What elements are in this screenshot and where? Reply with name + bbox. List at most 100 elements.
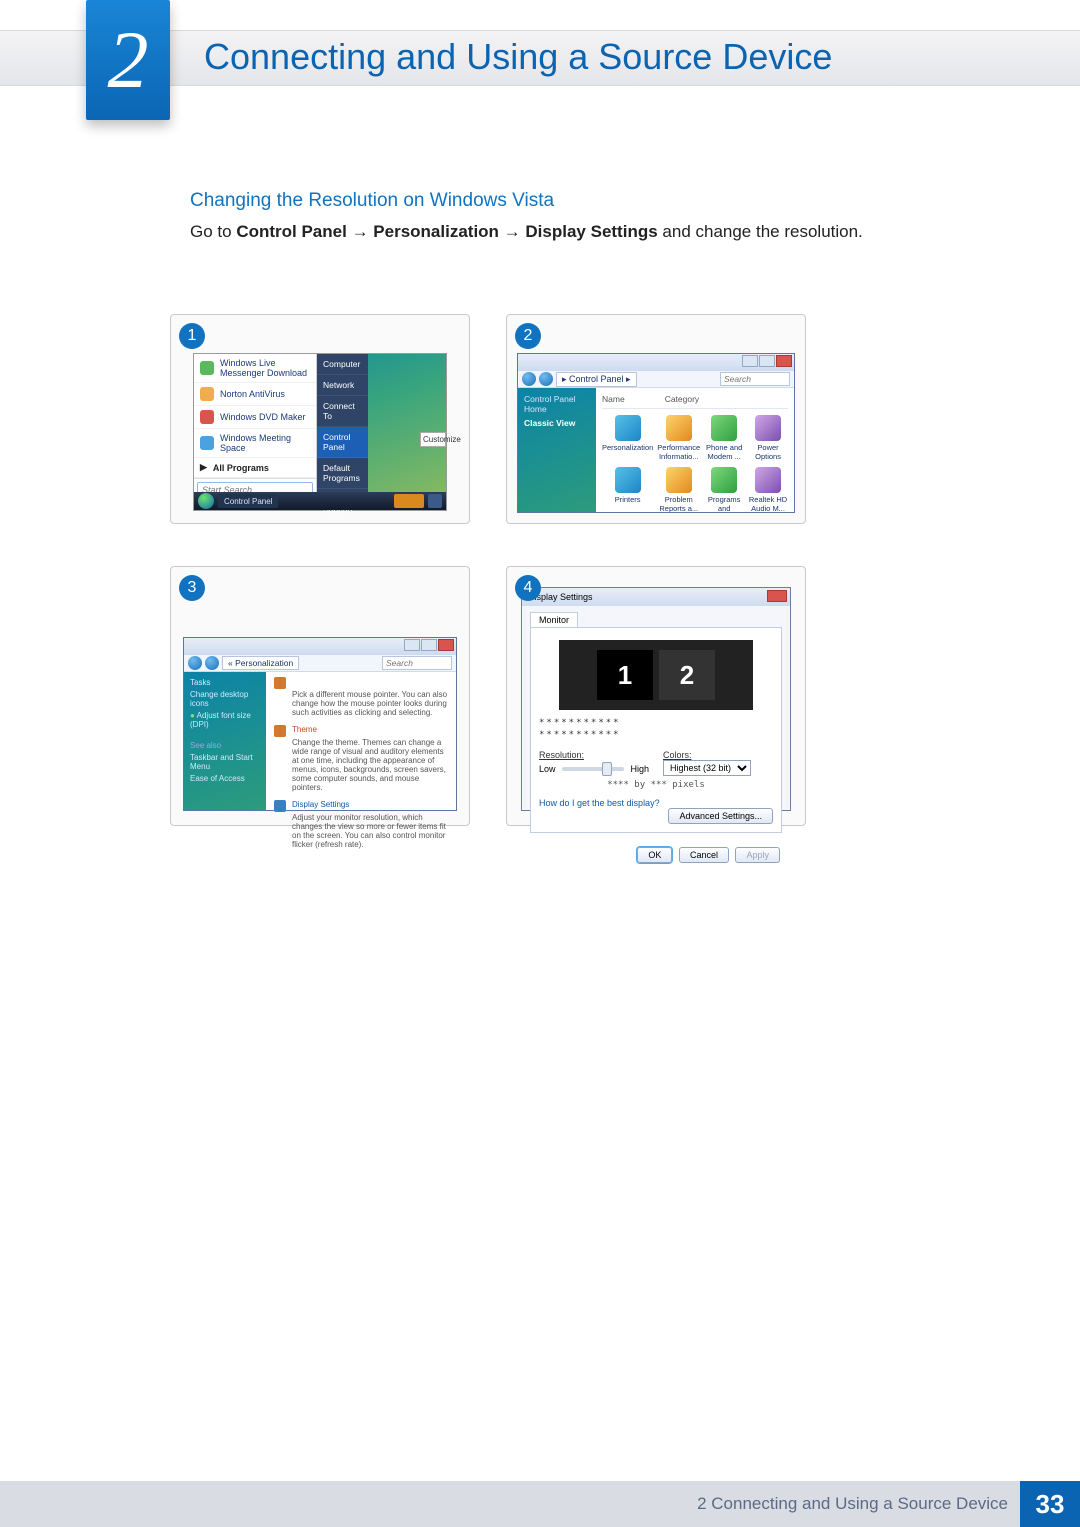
start-item[interactable]: Windows DVD Maker — [194, 406, 316, 429]
nav-forward-icon[interactable] — [539, 372, 553, 386]
cp-sidebar: Control Panel Home Classic View — [518, 388, 596, 512]
pers-item-title: Theme — [292, 725, 317, 734]
performance-icon — [666, 415, 692, 441]
taskbar-start-menu-link[interactable]: Taskbar and Start Menu — [190, 753, 260, 771]
slider-track[interactable] — [562, 767, 625, 771]
ease-of-access-link[interactable]: Ease of Access — [190, 774, 260, 783]
cp-item-label: Problem Reports a... — [659, 495, 698, 512]
footer-page-number: 33 — [1020, 1481, 1080, 1527]
pers-item-display-settings[interactable]: Display Settings Adjust your monitor res… — [274, 800, 448, 849]
page-footer: 2 Connecting and Using a Source Device 3… — [0, 1481, 1080, 1527]
tasks-heading: Tasks — [190, 678, 260, 687]
search-input[interactable] — [382, 656, 452, 670]
start-right-item[interactable]: Computer — [317, 354, 368, 375]
pers-item-desc: Change the theme. Themes can change a wi… — [274, 738, 448, 792]
cp-home-link[interactable]: Control Panel Home — [524, 394, 590, 414]
help-link[interactable]: How do I get the best display? — [539, 798, 773, 808]
start-item-label: Windows DVD Maker — [220, 412, 306, 422]
dvdmaker-icon — [200, 410, 214, 424]
nav-back-icon[interactable] — [522, 372, 536, 386]
start-right-item[interactable]: Connect To — [317, 396, 368, 427]
pers-item-theme[interactable]: Theme Change the theme. Themes can chang… — [274, 725, 448, 792]
instr-post: and change the resolution. — [662, 222, 862, 241]
resolution-col: Resolution: Low High — [539, 750, 649, 776]
start-item-label: Windows Meeting Space — [220, 433, 310, 453]
cp-classic-view-link[interactable]: Classic View — [524, 418, 590, 428]
cp-item-label: Power Options — [755, 443, 781, 461]
power-icon — [755, 415, 781, 441]
cp-item[interactable]: Problem Reports a... — [657, 467, 700, 512]
close-icon[interactable] — [438, 639, 454, 651]
instr-pre: Go to — [190, 222, 236, 241]
monitor-1[interactable]: 1 — [597, 650, 653, 700]
nav-back-icon[interactable] — [188, 656, 202, 670]
window-buttons — [404, 639, 454, 651]
minimize-icon[interactable] — [742, 355, 758, 367]
address-bar: « Personalization — [184, 654, 456, 672]
start-item[interactable]: Norton AntiVirus — [194, 383, 316, 406]
start-right-item[interactable]: Network — [317, 375, 368, 396]
lock-button-icon[interactable] — [428, 494, 442, 508]
cp-item[interactable]: Printers — [602, 467, 653, 512]
minimize-icon[interactable] — [404, 639, 420, 651]
start-item[interactable]: Windows Meeting Space — [194, 429, 316, 458]
ok-button[interactable]: OK — [637, 847, 672, 863]
col-name: Name — [602, 394, 625, 404]
cp-item-label: Programs and Features — [708, 495, 741, 512]
cp-item[interactable]: Realtek HD Audio M... — [748, 467, 788, 512]
adjust-font-size-link[interactable]: Adjust font size (DPI) — [190, 711, 260, 729]
cp-grid: Personalization Performance Informatio..… — [602, 409, 788, 512]
chapter-title: Connecting and Using a Source Device — [204, 36, 832, 78]
all-programs[interactable]: ▶All Programs — [194, 458, 316, 478]
start-menu-left: Windows Live Messenger Download Norton A… — [194, 354, 317, 492]
cp-item[interactable]: Programs and Features — [704, 467, 744, 512]
search-input[interactable] — [720, 372, 790, 386]
messenger-icon — [200, 361, 214, 375]
nav-forward-icon[interactable] — [205, 656, 219, 670]
start-item[interactable]: Windows Live Messenger Download — [194, 354, 316, 383]
colors-select[interactable]: Highest (32 bit) — [663, 760, 751, 776]
maximize-icon[interactable] — [759, 355, 775, 367]
resolution-slider[interactable]: Low High — [539, 764, 649, 774]
realtek-icon — [755, 467, 781, 493]
cp-item[interactable]: Power Options — [748, 415, 788, 461]
step-badge-4: 4 — [515, 575, 541, 601]
maximize-icon[interactable] — [421, 639, 437, 651]
advanced-settings-button[interactable]: Advanced Settings... — [668, 808, 773, 824]
slider-high: High — [630, 764, 649, 774]
window-buttons — [742, 355, 792, 367]
colors-col: Colors: Highest (32 bit) — [663, 750, 773, 776]
start-item-label: Windows Live Messenger Download — [220, 358, 310, 378]
cp-item[interactable]: Performance Informatio... — [657, 415, 700, 461]
start-menu-right: Computer Network Connect To Control Pane… — [317, 354, 368, 492]
instr-arrow1: → — [352, 222, 374, 241]
start-orb-icon[interactable] — [198, 493, 214, 509]
screenshots-grid: 1 Windows Live Messenger Download Norton… — [170, 314, 806, 826]
cp-item[interactable]: Phone and Modem ... — [704, 415, 744, 461]
tab-monitor[interactable]: Monitor — [530, 612, 578, 627]
instr-b1: Control Panel — [236, 222, 347, 241]
start-menu-canvas: Windows Live Messenger Download Norton A… — [193, 353, 447, 511]
programs-icon — [711, 467, 737, 493]
cp-item-label: Performance Informatio... — [657, 443, 700, 461]
cp-columns: Name Category — [602, 392, 788, 409]
cp-item-label: Printers — [615, 495, 641, 504]
breadcrumb[interactable]: ▸ Control Panel ▸ — [556, 372, 637, 387]
start-right-control-panel[interactable]: Control Panel — [317, 427, 368, 458]
cp-main: Name Category Personalization Performanc… — [596, 388, 794, 512]
start-right-item[interactable]: Default Programs — [317, 458, 368, 489]
power-button-icon[interactable] — [394, 494, 424, 508]
close-icon[interactable] — [776, 355, 792, 367]
monitor-2[interactable]: 2 — [659, 650, 715, 700]
taskbar-button[interactable]: Control Panel — [218, 494, 278, 508]
apply-button[interactable]: Apply — [735, 847, 780, 863]
change-desktop-icons-link[interactable]: Change desktop icons — [190, 690, 260, 708]
slider-thumb-icon[interactable] — [602, 762, 612, 776]
pers-item-mouse[interactable]: Pick a different mouse pointer. You can … — [274, 677, 448, 717]
close-icon[interactable] — [767, 590, 787, 602]
printers-icon — [615, 467, 641, 493]
breadcrumb[interactable]: « Personalization — [222, 656, 299, 670]
window-titlebar — [518, 354, 794, 370]
cancel-button[interactable]: Cancel — [679, 847, 729, 863]
cp-item-personalization[interactable]: Personalization — [602, 415, 653, 461]
